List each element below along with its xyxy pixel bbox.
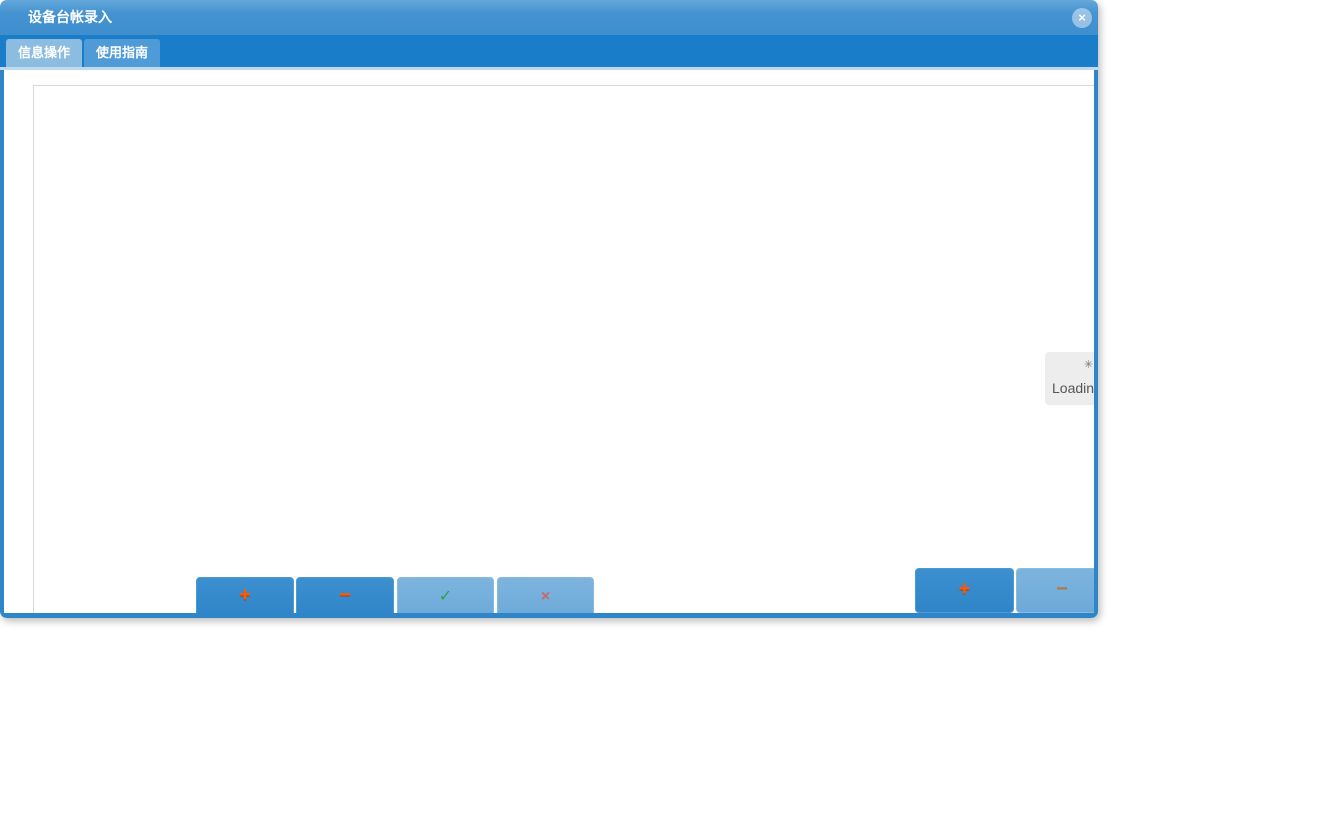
- window-border-left: [0, 30, 4, 618]
- plus-icon: +: [239, 584, 251, 606]
- check-icon: ✓: [439, 588, 452, 605]
- spinner-icon: ✳: [1084, 358, 1093, 371]
- equipment-entry-dialog: 设备台帐录入 × 信息操作 使用指南 电气设备台帐信息 序 号 Z00004 设…: [0, 0, 1098, 618]
- loading-text: Loading: [1052, 380, 1098, 396]
- tabbar-bottom-strip: [0, 67, 1098, 70]
- tab-info-operation[interactable]: 信息操作: [6, 39, 82, 67]
- form-panel: [33, 85, 1097, 618]
- confirm-button[interactable]: ✓: [397, 577, 494, 617]
- window-title: 设备台帐录入: [28, 0, 112, 35]
- cross-icon: ×: [541, 588, 550, 605]
- cancel-button[interactable]: ×: [497, 577, 594, 617]
- minus-icon: −: [1056, 578, 1068, 600]
- accident-delete-button[interactable]: −: [1016, 568, 1098, 613]
- window-border-bottom: [0, 613, 1098, 618]
- titlebar: 设备台帐录入: [0, 0, 1098, 35]
- plus-icon: +: [959, 578, 971, 600]
- tab-user-guide[interactable]: 使用指南: [84, 39, 160, 67]
- window-border-right: [1094, 30, 1098, 618]
- tab-bar: 信息操作 使用指南: [0, 35, 1098, 67]
- minus-icon: −: [339, 584, 351, 606]
- add-record-button[interactable]: +: [196, 577, 294, 617]
- close-icon[interactable]: ×: [1072, 8, 1092, 28]
- delete-record-button[interactable]: −: [296, 577, 394, 617]
- loading-indicator: ✳ Loading: [1045, 352, 1098, 405]
- accident-add-button[interactable]: +: [915, 568, 1014, 613]
